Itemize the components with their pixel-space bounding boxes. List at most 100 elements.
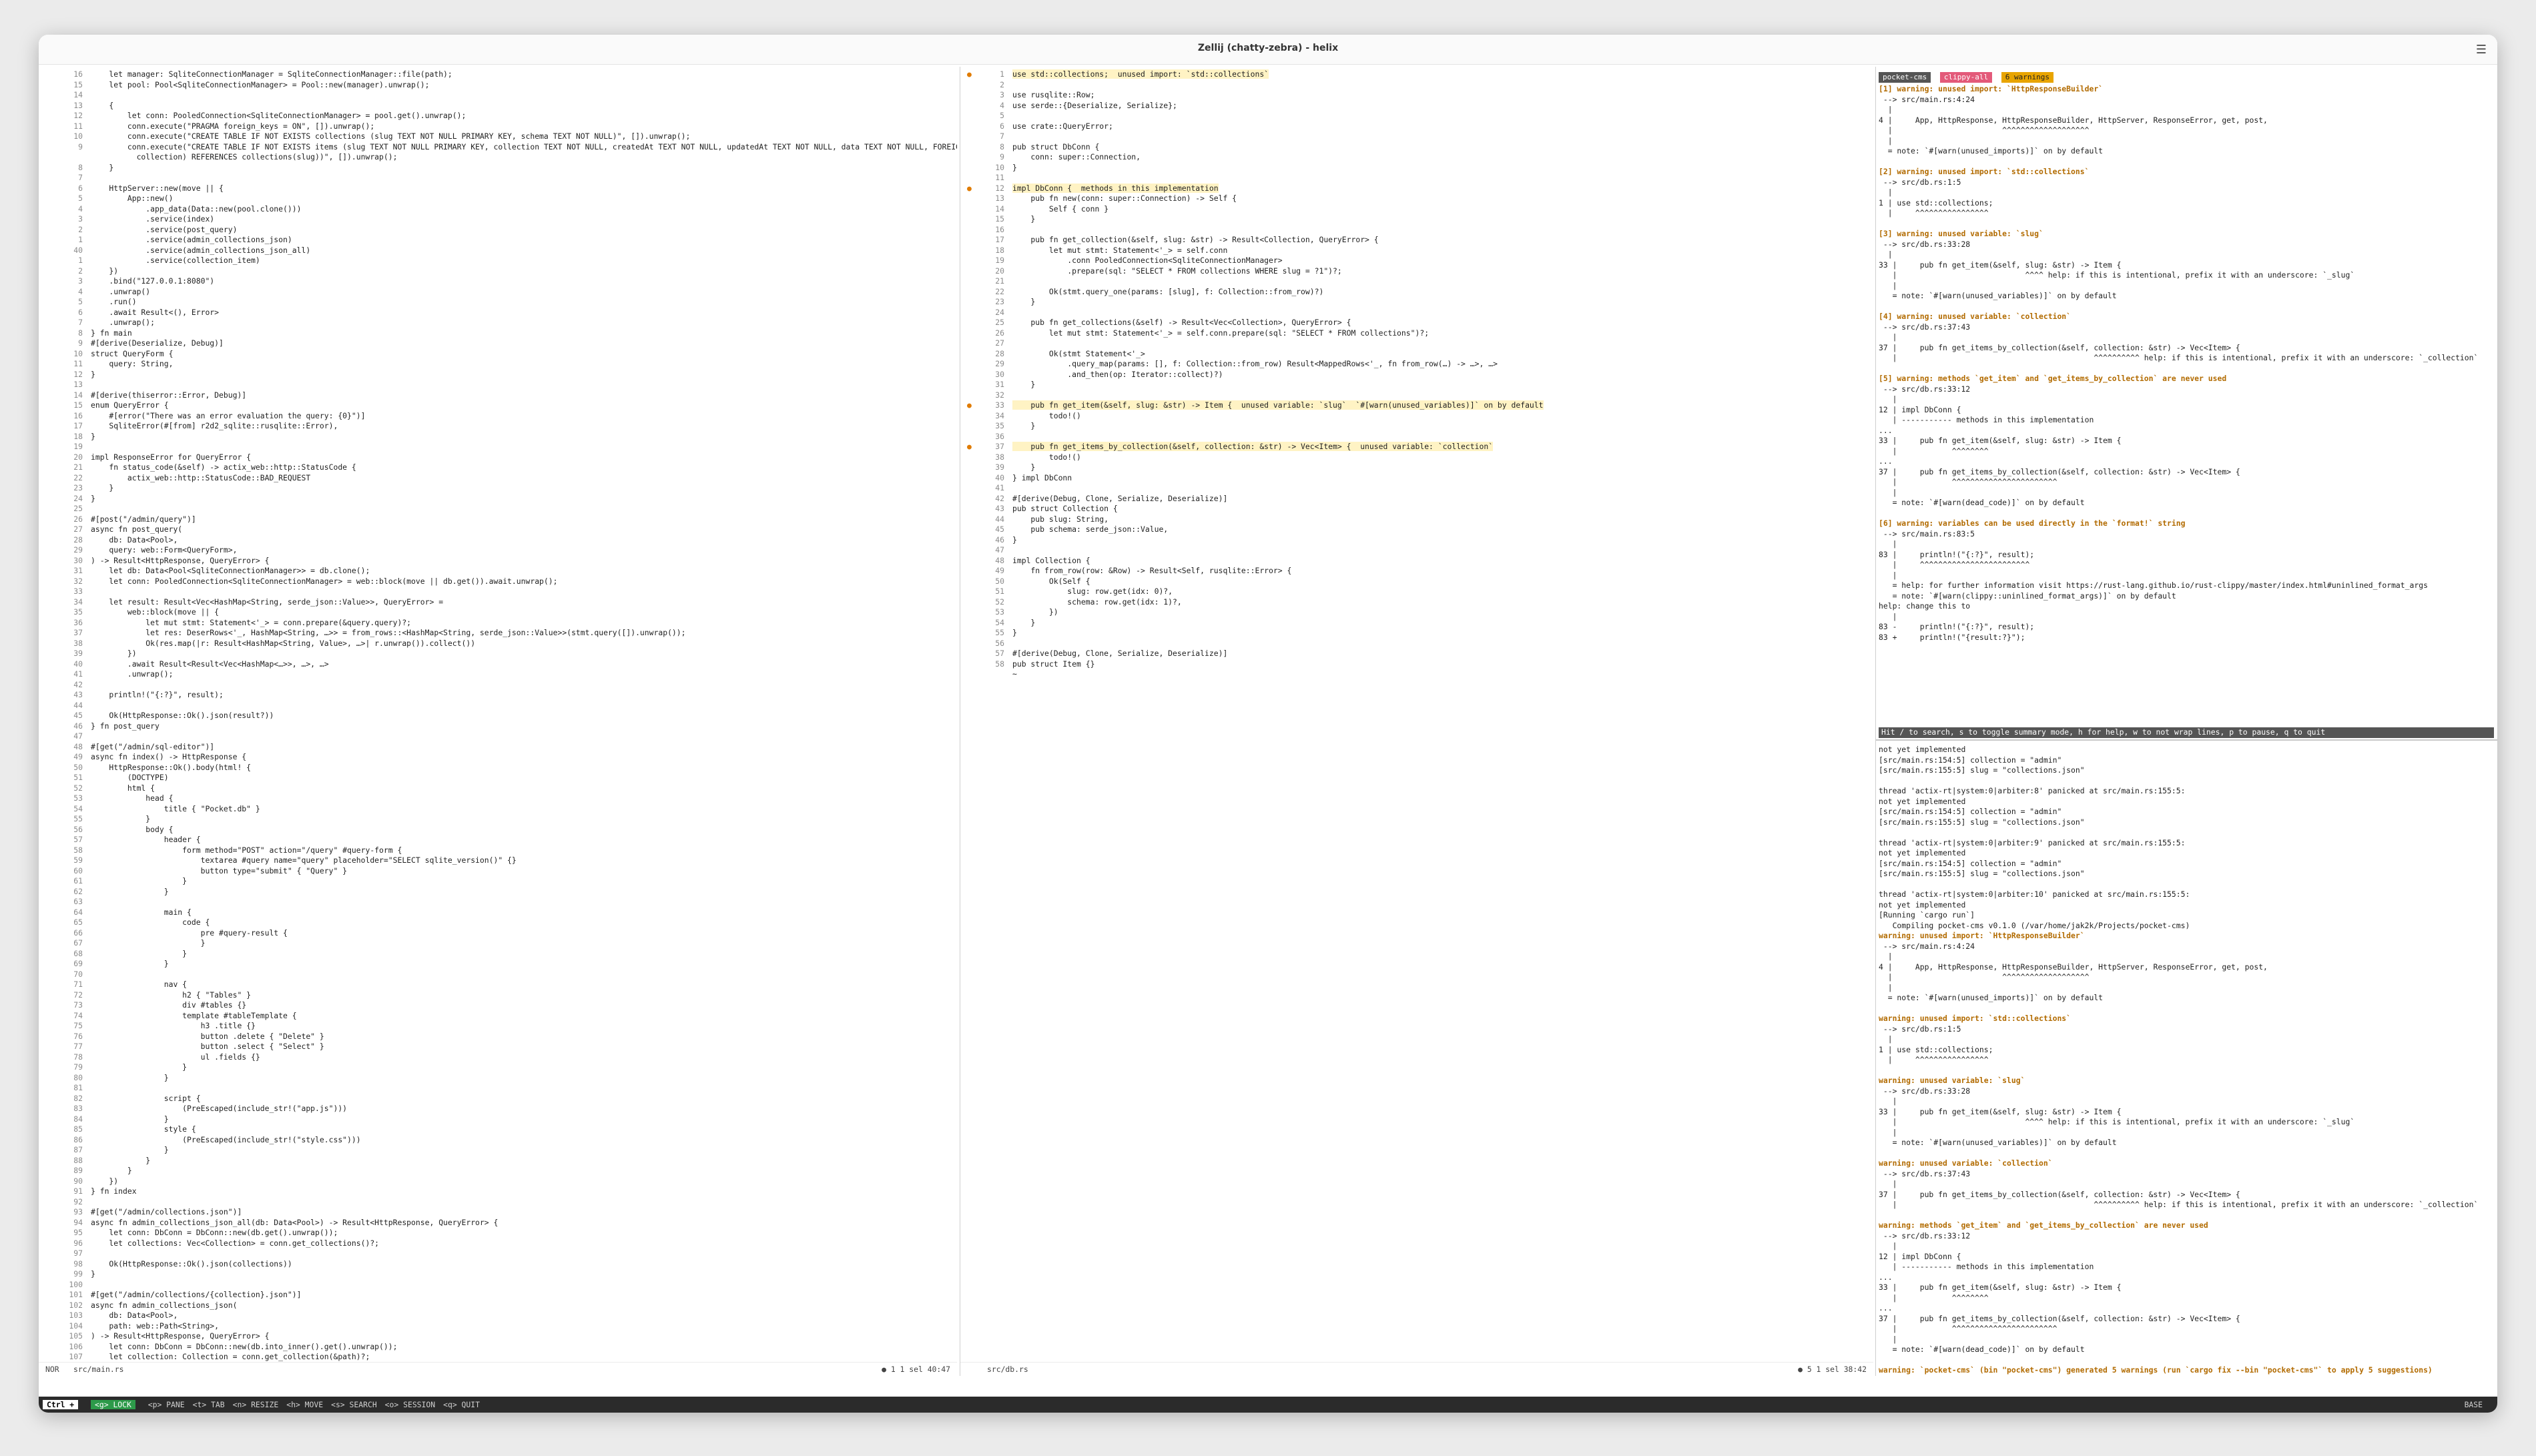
line-number: 26 <box>73 514 83 524</box>
code-line: 27 <box>967 338 1869 349</box>
editor-pane-main-rs[interactable]: 16 let manager: SqliteConnectionManager … <box>39 67 957 1376</box>
line-text: fn from_row(row: &Row) -> Result<Self, r… <box>1012 566 1292 575</box>
line-text: form method="POST" action="/query" #quer… <box>91 845 402 855</box>
line-number: 77 <box>73 1042 83 1051</box>
code-line: 8 } <box>45 163 953 173</box>
gutter <box>45 938 52 949</box>
gutter <box>45 1218 52 1228</box>
code-line: 21 fn status_code(&self) -> actix_web::h… <box>45 462 953 473</box>
code-line: 47 <box>967 545 1869 556</box>
line-text: Ok(Self { <box>1012 576 1090 586</box>
line-number: 9 <box>78 141 83 151</box>
shortcut-ppane[interactable]: <p> PANE <box>148 1400 185 1409</box>
line-number: 7 <box>78 173 83 182</box>
line-text: pub fn get_items_by_collection(&self, co… <box>1012 442 1494 451</box>
line-number: 39 <box>995 462 1004 472</box>
output-line: [src/main.rs:154:5] collection = "admin" <box>1879 858 2062 868</box>
gutter <box>45 639 52 649</box>
line-number: 79 <box>73 1062 83 1072</box>
line-text: use rusqlite::Row; <box>1012 90 1095 99</box>
gutter <box>967 287 974 298</box>
shortcut-qquit[interactable]: <q> QUIT <box>443 1400 480 1409</box>
line-text: enum QueryError { <box>91 400 169 410</box>
line-number: 9 <box>78 338 83 348</box>
code-line: 58 pub struct Item {} <box>967 659 1869 670</box>
line-number: 40 <box>73 245 83 255</box>
terminal-pane-cargo[interactable]: pocket-cms clippy-all 6 warnings [1] war… <box>1875 67 2497 1376</box>
gutter <box>45 101 52 111</box>
gutter <box>45 825 52 835</box>
gutter <box>45 1321 52 1332</box>
line-text: db: Data<Pool>, <box>91 1311 178 1320</box>
line-number: 56 <box>73 824 83 834</box>
shortcut-nresize[interactable]: <n> RESIZE <box>233 1400 279 1409</box>
lock-mode-button[interactable]: <g> LOCK <box>91 1400 135 1409</box>
line-number: 104 <box>69 1321 83 1331</box>
output-line: = note: `#[warn(unused_imports)]` on by … <box>1879 993 2104 1002</box>
line-number: 36 <box>995 431 1004 441</box>
shortcut-ttab[interactable]: <t> TAB <box>193 1400 225 1409</box>
shortcut-osession[interactable]: <o> SESSION <box>385 1400 435 1409</box>
line-text: #[error("There was an error evaluation t… <box>91 410 366 420</box>
code-line: collection) REFERENCES collections(slug)… <box>45 152 953 163</box>
line-number: 27 <box>73 524 83 534</box>
gutter <box>45 556 52 567</box>
code-line: 17 SqliteError(#[from] r2d2_sqlite::rusq… <box>45 421 953 432</box>
code-line: 9 conn: super::Connection, <box>967 152 1869 163</box>
output-line: 37 | pub fn get_items_by_collection(&sel… <box>1879 1313 2240 1323</box>
line-text: } <box>91 886 169 896</box>
output-line: = note: `#[warn(dead_code)]` on by defau… <box>1879 498 2085 507</box>
code-line: 30 .and_then(op: Iterator::collect)?) <box>967 370 1869 380</box>
gutter <box>45 1000 52 1011</box>
code-line: 7 .unwrap(); <box>45 318 953 328</box>
code-line: ● 37 pub fn get_items_by_collection(&self… <box>967 442 1869 452</box>
line-number: 51 <box>995 587 1004 596</box>
line-text: h3 .title {} <box>91 1021 256 1030</box>
code-line: 30) -> Result<HttpResponse, QueryError> … <box>45 556 953 567</box>
hamburger-menu-icon[interactable]: ☰ <box>2476 43 2487 57</box>
line-number: 23 <box>73 483 83 492</box>
line-number: 47 <box>995 545 1004 555</box>
gutter <box>45 701 52 711</box>
line-text: main { <box>91 907 192 917</box>
line-text: }) <box>91 1176 119 1186</box>
output-line: warning: `pocket-cms` (bin "pocket-cms")… <box>1879 1365 2433 1375</box>
line-text: let pool: Pool<SqliteConnectionManager> … <box>91 79 430 89</box>
output-line: | ^^^^^^^^ <box>1879 1293 1989 1303</box>
shortcut-ssearch[interactable]: <s> SEARCH <box>331 1400 377 1409</box>
code-line: 51 (DOCTYPE) <box>45 773 953 783</box>
code-line: 6 HttpServer::new(move || { <box>45 184 953 194</box>
gutter <box>45 142 52 153</box>
output-line: not yet implemented <box>1879 796 1966 806</box>
code-line: 73 div #tables {} <box>45 1000 953 1011</box>
gutter <box>45 1331 52 1342</box>
gutter <box>45 246 52 256</box>
warning-marker-icon: ● <box>967 400 972 410</box>
line-text: use std::collections; unused import: `st… <box>1012 69 1269 79</box>
gutter <box>967 101 974 111</box>
line-number: 28 <box>73 534 83 544</box>
gutter <box>45 1114 52 1125</box>
line-number: 61 <box>73 876 83 885</box>
line-number: 5 <box>78 297 83 306</box>
output-line: | <box>1879 332 1897 342</box>
gutter <box>967 152 974 163</box>
line-number: 11 <box>73 359 83 368</box>
editor-pane-db-rs[interactable]: ● 1 use std::collections; unused import: `… <box>960 67 1873 1376</box>
mode-indicator: NOR <box>45 1365 59 1374</box>
gutter <box>967 338 974 349</box>
output-line: | ----------- methods in this implementa… <box>1879 1262 2094 1271</box>
gutter <box>45 432 52 442</box>
line-number: 38 <box>73 638 83 648</box>
line-number: 75 <box>73 1021 83 1030</box>
code-line: 6 use crate::QueryError; <box>967 121 1869 132</box>
shortcut-hmove[interactable]: <h> MOVE <box>286 1400 323 1409</box>
gutter <box>967 524 974 535</box>
code-line: 5 App::new() <box>45 194 953 204</box>
gutter <box>967 462 974 473</box>
line-number: 8 <box>78 162 83 172</box>
line-number: 31 <box>73 566 83 575</box>
line-number: 89 <box>73 1166 83 1175</box>
line-number: 85 <box>73 1124 83 1134</box>
